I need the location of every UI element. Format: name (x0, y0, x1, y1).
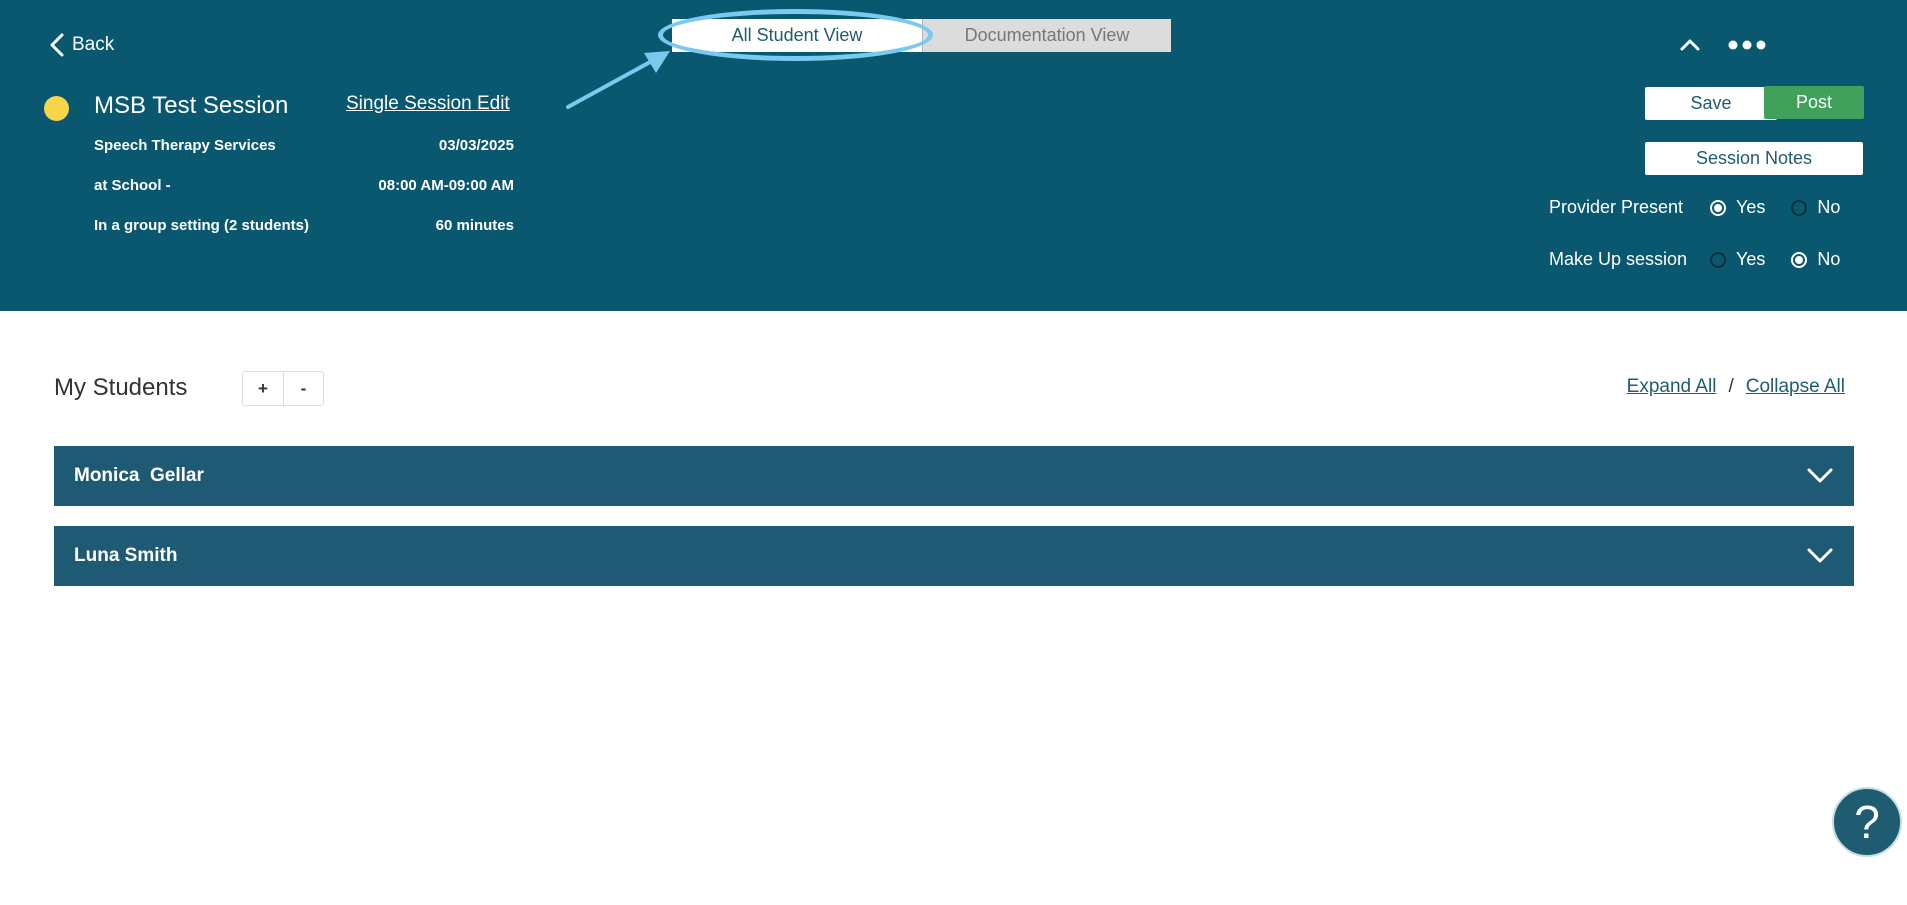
plus-button[interactable]: + (243, 372, 283, 405)
annotation-arrow-icon (566, 51, 670, 109)
chevron-up-icon[interactable] (1679, 34, 1701, 56)
my-students-title: My Students (54, 374, 188, 401)
student-name: Luna Smith (74, 545, 178, 566)
provider-present-no-label: No (1817, 197, 1841, 217)
make-up-session-no-radio[interactable] (1791, 251, 1808, 268)
chevron-down-icon[interactable] (1806, 466, 1834, 486)
session-location: at School - (94, 177, 171, 194)
single-session-edit-link[interactable]: Single Session Edit (346, 93, 510, 115)
student-name: Monica Gellar (74, 465, 204, 486)
save-button[interactable]: Save (1645, 87, 1777, 120)
more-options-icon[interactable] (1727, 38, 1767, 52)
provider-present-label: Provider Present (1549, 197, 1684, 217)
tab-all-student-view[interactable]: All Student View (672, 19, 922, 52)
session-time: 08:00 AM-09:00 AM (378, 177, 514, 194)
make-up-session-yes-label: Yes (1736, 249, 1766, 269)
tab-documentation-view[interactable]: Documentation View (922, 19, 1171, 52)
expand-all-link[interactable]: Expand All (1627, 376, 1717, 398)
expand-collapse-controls: Expand All / Collapse All (1627, 376, 1845, 398)
student-row[interactable]: Luna Smith (54, 526, 1854, 586)
view-tabs: All Student View Documentation View (672, 19, 1171, 52)
provider-present-no-radio[interactable] (1791, 199, 1808, 216)
make-up-session-yes-option[interactable]: Yes (1710, 249, 1765, 270)
status-indicator (44, 96, 69, 121)
session-header: Back MSB Test Session Single Session Edi… (0, 0, 1907, 311)
separator: / (1728, 376, 1734, 397)
chevron-left-icon (50, 33, 64, 57)
back-button[interactable]: Back (48, 32, 114, 58)
provider-present-no-option[interactable]: No (1791, 197, 1840, 218)
session-duration: 60 minutes (435, 217, 514, 234)
make-up-session-no-option[interactable]: No (1791, 249, 1840, 270)
make-up-session-yes-radio[interactable] (1710, 251, 1726, 268)
provider-present-row: Provider Present Yes No (1549, 197, 1866, 218)
service-name: Speech Therapy Services (94, 137, 276, 154)
session-title: MSB Test Session (94, 92, 289, 119)
back-label: Back (72, 34, 115, 55)
make-up-session-row: Make Up session Yes No (1549, 249, 1866, 270)
provider-present-yes-option[interactable]: Yes (1710, 197, 1765, 218)
header-controls (1679, 34, 1767, 56)
collapse-all-link[interactable]: Collapse All (1746, 376, 1845, 398)
app-root: Back MSB Test Session Single Session Edi… (0, 0, 1907, 905)
minus-button[interactable]: - (283, 372, 323, 405)
make-up-session-no-label: No (1817, 249, 1841, 269)
help-button[interactable]: ? (1832, 787, 1902, 857)
provider-present-yes-label: Yes (1736, 197, 1766, 217)
student-row[interactable]: Monica Gellar (54, 446, 1854, 506)
post-button[interactable]: Post (1764, 86, 1864, 119)
session-setting: In a group setting (2 students) (94, 217, 310, 234)
session-notes-button[interactable]: Session Notes (1645, 142, 1863, 175)
session-date: 03/03/2025 (438, 137, 514, 154)
chevron-down-icon[interactable] (1806, 546, 1834, 566)
make-up-session-label: Make Up session (1549, 249, 1688, 269)
provider-present-yes-radio[interactable] (1710, 199, 1726, 216)
zoom-controls: + - (242, 371, 324, 406)
